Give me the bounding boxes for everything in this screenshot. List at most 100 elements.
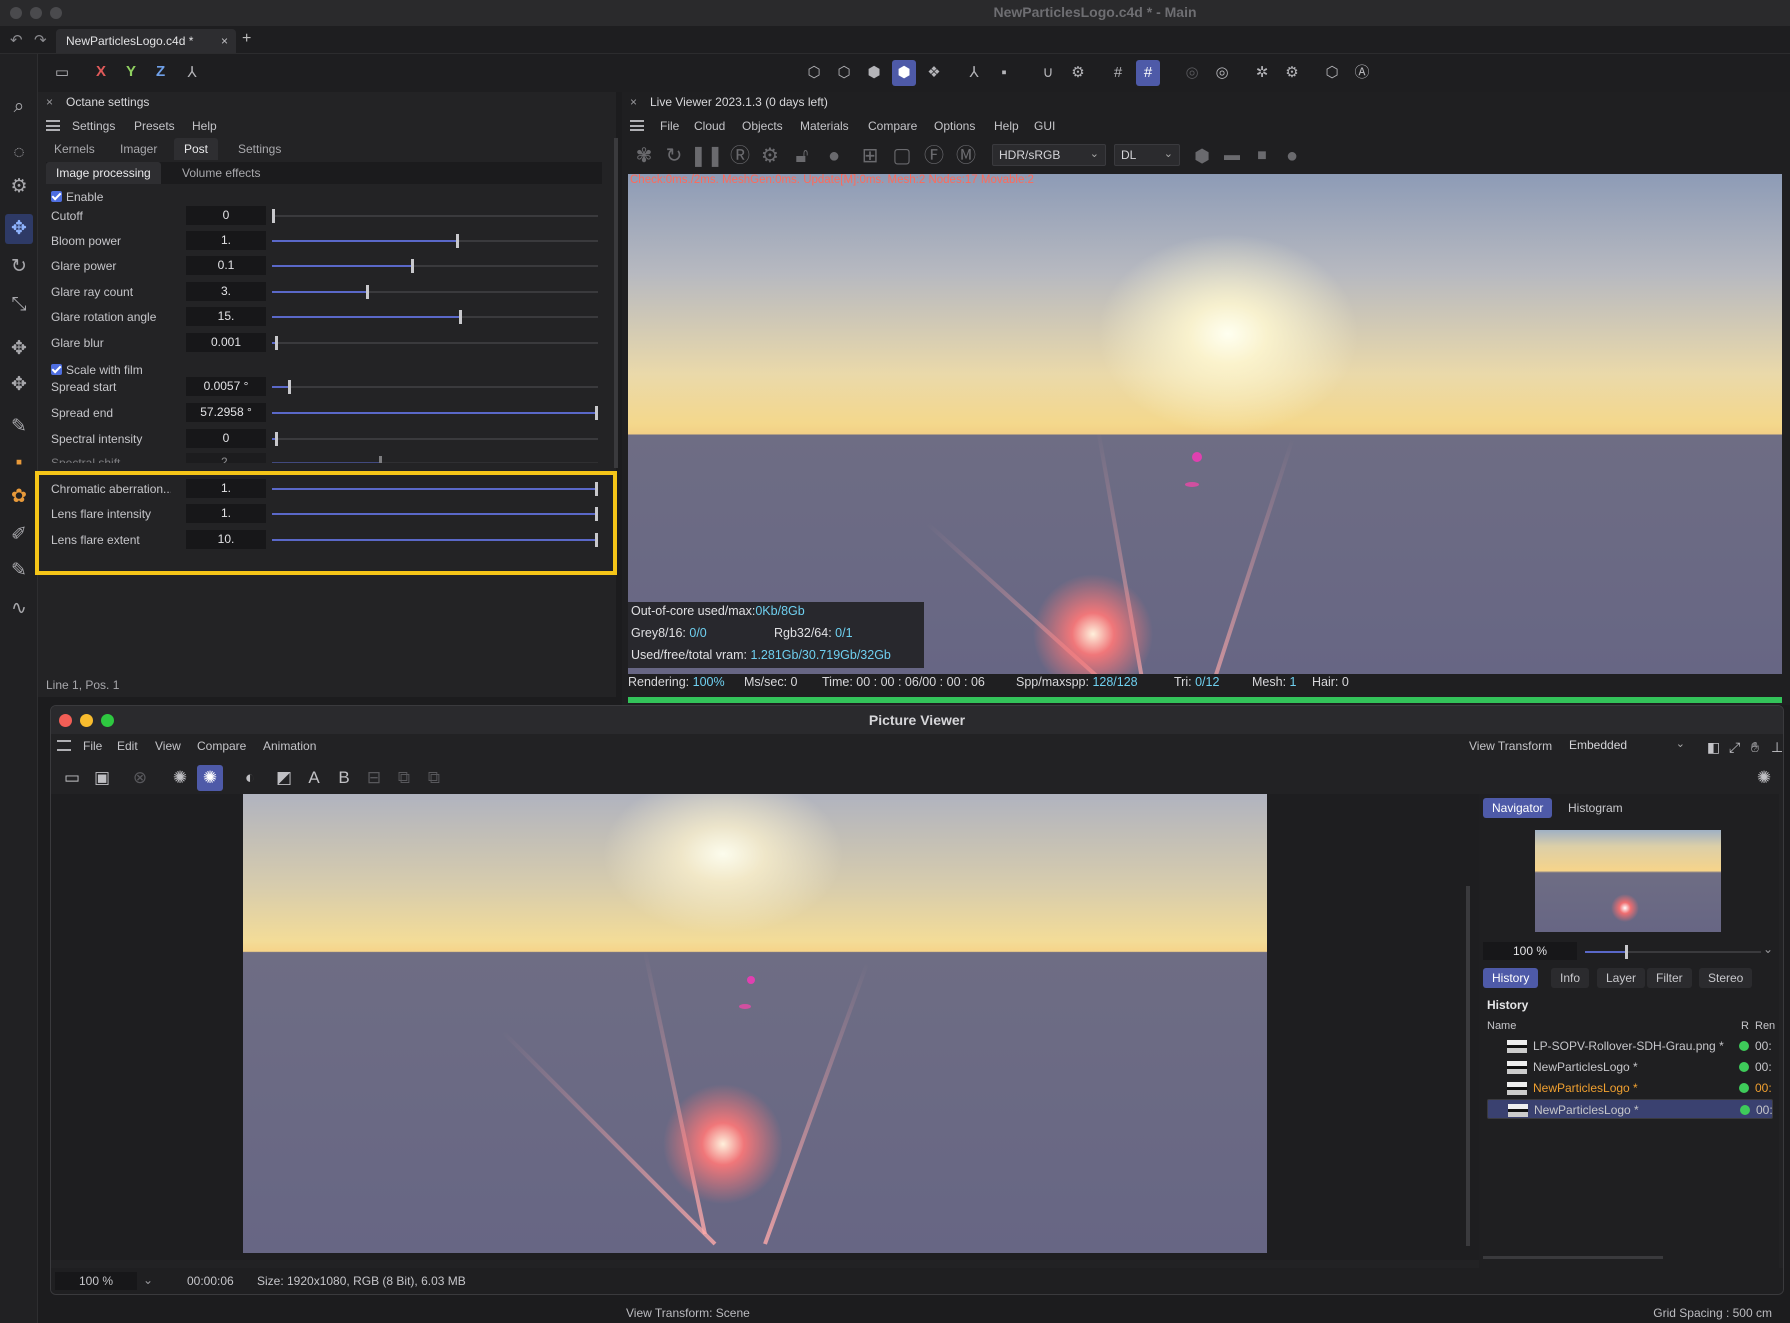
- points-mode-icon[interactable]: ⬡: [802, 60, 826, 86]
- pv-menu-compare[interactable]: Compare: [197, 739, 246, 753]
- param-slider-handle[interactable]: [411, 259, 414, 273]
- new-tab-icon[interactable]: +: [242, 30, 251, 48]
- pan-hand-icon[interactable]: ✋︎: [1751, 739, 1759, 756]
- hamburger-menu-icon[interactable]: [630, 120, 644, 131]
- film-region-icon[interactable]: ▢: [888, 142, 916, 170]
- search-icon[interactable]: ⌕: [5, 92, 33, 122]
- menu-help[interactable]: Help: [192, 119, 217, 133]
- history-scrollbar[interactable]: [1483, 1256, 1663, 1259]
- tab-layer[interactable]: Layer: [1597, 968, 1646, 988]
- camera-icon[interactable]: ■: [1248, 142, 1276, 170]
- param-value-field[interactable]: 15.: [186, 307, 266, 326]
- sketch-tool-icon[interactable]: ∿: [5, 594, 33, 624]
- tab-stereo[interactable]: Stereo: [1699, 968, 1753, 988]
- param-slider[interactable]: [272, 406, 598, 420]
- scale-tool-icon[interactable]: ⤡: [5, 290, 33, 320]
- symmetry-icon[interactable]: ✲: [1250, 60, 1274, 86]
- lv-menu-file[interactable]: File: [660, 119, 679, 133]
- x-axis-toggle[interactable]: X: [96, 63, 106, 80]
- tab-settings[interactable]: Settings: [228, 138, 291, 160]
- param-slider-handle[interactable]: [288, 380, 291, 394]
- snap-settings-icon[interactable]: ⚙: [1066, 60, 1090, 86]
- history-row[interactable]: LP-SOPV-Rollover-SDH-Grau.png * 00:: [1487, 1036, 1773, 1056]
- view-transform-select[interactable]: Embedded ⌄: [1563, 735, 1691, 757]
- close-panel-icon[interactable]: ×: [46, 95, 53, 109]
- tab-filter[interactable]: Filter: [1647, 968, 1692, 988]
- select-tool-icon[interactable]: ◌: [5, 138, 33, 168]
- param-slider-handle[interactable]: [595, 406, 598, 420]
- tab-info[interactable]: Info: [1551, 968, 1590, 988]
- param-value-field[interactable]: 0: [186, 206, 266, 225]
- document-tab[interactable]: NewParticlesLogo.c4d * ×: [56, 29, 236, 53]
- pv-zoom-button[interactable]: [101, 714, 114, 727]
- param-slider[interactable]: [272, 259, 598, 273]
- live-render-view[interactable]: [628, 174, 1782, 674]
- copy-icon[interactable]: ⧉: [391, 765, 417, 791]
- pv-menu-file[interactable]: File: [83, 739, 102, 753]
- uv-mode-icon[interactable]: ❖: [922, 60, 946, 86]
- region-render-icon[interactable]: Ⓡ: [726, 142, 754, 170]
- hamburger-menu-icon[interactable]: [46, 120, 60, 131]
- render-view-icon[interactable]: ◎: [1210, 60, 1234, 86]
- pv-close-button[interactable]: [59, 714, 72, 727]
- subtab-image-processing[interactable]: Image processing: [46, 162, 161, 184]
- tab-kernels[interactable]: Kernels: [44, 138, 105, 160]
- focus-picker-icon[interactable]: Ⓕ: [920, 142, 948, 170]
- coordinate-system-icon[interactable]: ⅄: [180, 60, 204, 86]
- zoom-field[interactable]: 100 %: [1483, 942, 1577, 960]
- close-tab-icon[interactable]: ×: [221, 34, 228, 48]
- lv-menu-materials[interactable]: Materials: [800, 119, 849, 133]
- rendered-image[interactable]: [243, 794, 1267, 1253]
- render-active-icon[interactable]: ✺: [197, 765, 223, 791]
- object-mode-icon[interactable]: ▭: [50, 60, 74, 86]
- param-value-field[interactable]: 3.: [186, 282, 266, 301]
- scale-with-film-checkbox[interactable]: [51, 364, 62, 375]
- tool-options-icon[interactable]: ⚙: [5, 172, 33, 202]
- pv-menu-view[interactable]: View: [155, 739, 181, 753]
- param-slider-handle[interactable]: [459, 310, 462, 324]
- save-icon[interactable]: ▣: [89, 765, 115, 791]
- zoom-slider-handle[interactable]: [1625, 945, 1628, 959]
- close-live-viewer-icon[interactable]: ×: [630, 95, 637, 109]
- axis-mode-icon[interactable]: ⅄: [962, 60, 986, 86]
- snap-tool-icon[interactable]: ✥: [5, 370, 33, 400]
- pin-icon[interactable]: ⊥: [1771, 739, 1783, 756]
- stop-render-icon[interactable]: ⊗: [127, 765, 153, 791]
- set-a-button[interactable]: A: [301, 765, 327, 791]
- param-slider[interactable]: [272, 234, 598, 248]
- param-value-field[interactable]: 2.: [186, 453, 266, 463]
- lock-view-icon[interactable]: ⬡: [1320, 60, 1344, 86]
- contrast-icon[interactable]: ◐: [237, 765, 263, 791]
- edges-mode-icon[interactable]: ⬡: [832, 60, 856, 86]
- history-row[interactable]: NewParticlesLogo * 00:: [1487, 1099, 1773, 1119]
- lv-menu-objects[interactable]: Objects: [742, 119, 783, 133]
- param-value-field[interactable]: 0.1: [186, 256, 266, 275]
- move-tool-icon[interactable]: ✥: [5, 214, 33, 244]
- spline-primitive-icon[interactable]: ▪: [5, 448, 33, 478]
- lock-icon[interactable]: 🔓︎: [788, 142, 816, 170]
- restart-render-icon[interactable]: ↻: [660, 142, 688, 170]
- y-axis-toggle[interactable]: Y: [126, 63, 136, 80]
- paint-brush-icon[interactable]: ✐: [5, 520, 33, 550]
- param-value-field[interactable]: 0.001: [186, 333, 266, 352]
- undo-icon[interactable]: ↶: [10, 31, 23, 49]
- clay-mode-icon[interactable]: ⬢: [1188, 142, 1216, 170]
- param-value-field[interactable]: 1.: [186, 231, 266, 250]
- add-region-icon[interactable]: ⊞: [856, 142, 884, 170]
- redo-icon[interactable]: ↷: [34, 31, 47, 49]
- history-row[interactable]: NewParticlesLogo * 00:: [1487, 1057, 1773, 1077]
- layout-icon[interactable]: ◧: [1707, 739, 1720, 756]
- render-region-icon[interactable]: ◎: [1180, 60, 1204, 86]
- menu-settings[interactable]: Settings: [72, 119, 115, 133]
- param-slider[interactable]: [272, 456, 598, 463]
- enable-checkbox[interactable]: [51, 191, 62, 202]
- set-b-button[interactable]: B: [331, 765, 357, 791]
- spline-pen-icon[interactable]: ✎: [5, 412, 33, 442]
- param-slider[interactable]: [272, 285, 598, 299]
- param-slider[interactable]: [272, 209, 598, 223]
- param-slider-handle[interactable]: [366, 285, 369, 299]
- lv-menu-cloud[interactable]: Cloud: [694, 119, 725, 133]
- ab-compare-icon[interactable]: ◩: [271, 765, 297, 791]
- pv-menu-animation[interactable]: Animation: [263, 739, 316, 753]
- workplane-icon[interactable]: ⚙: [1280, 60, 1304, 86]
